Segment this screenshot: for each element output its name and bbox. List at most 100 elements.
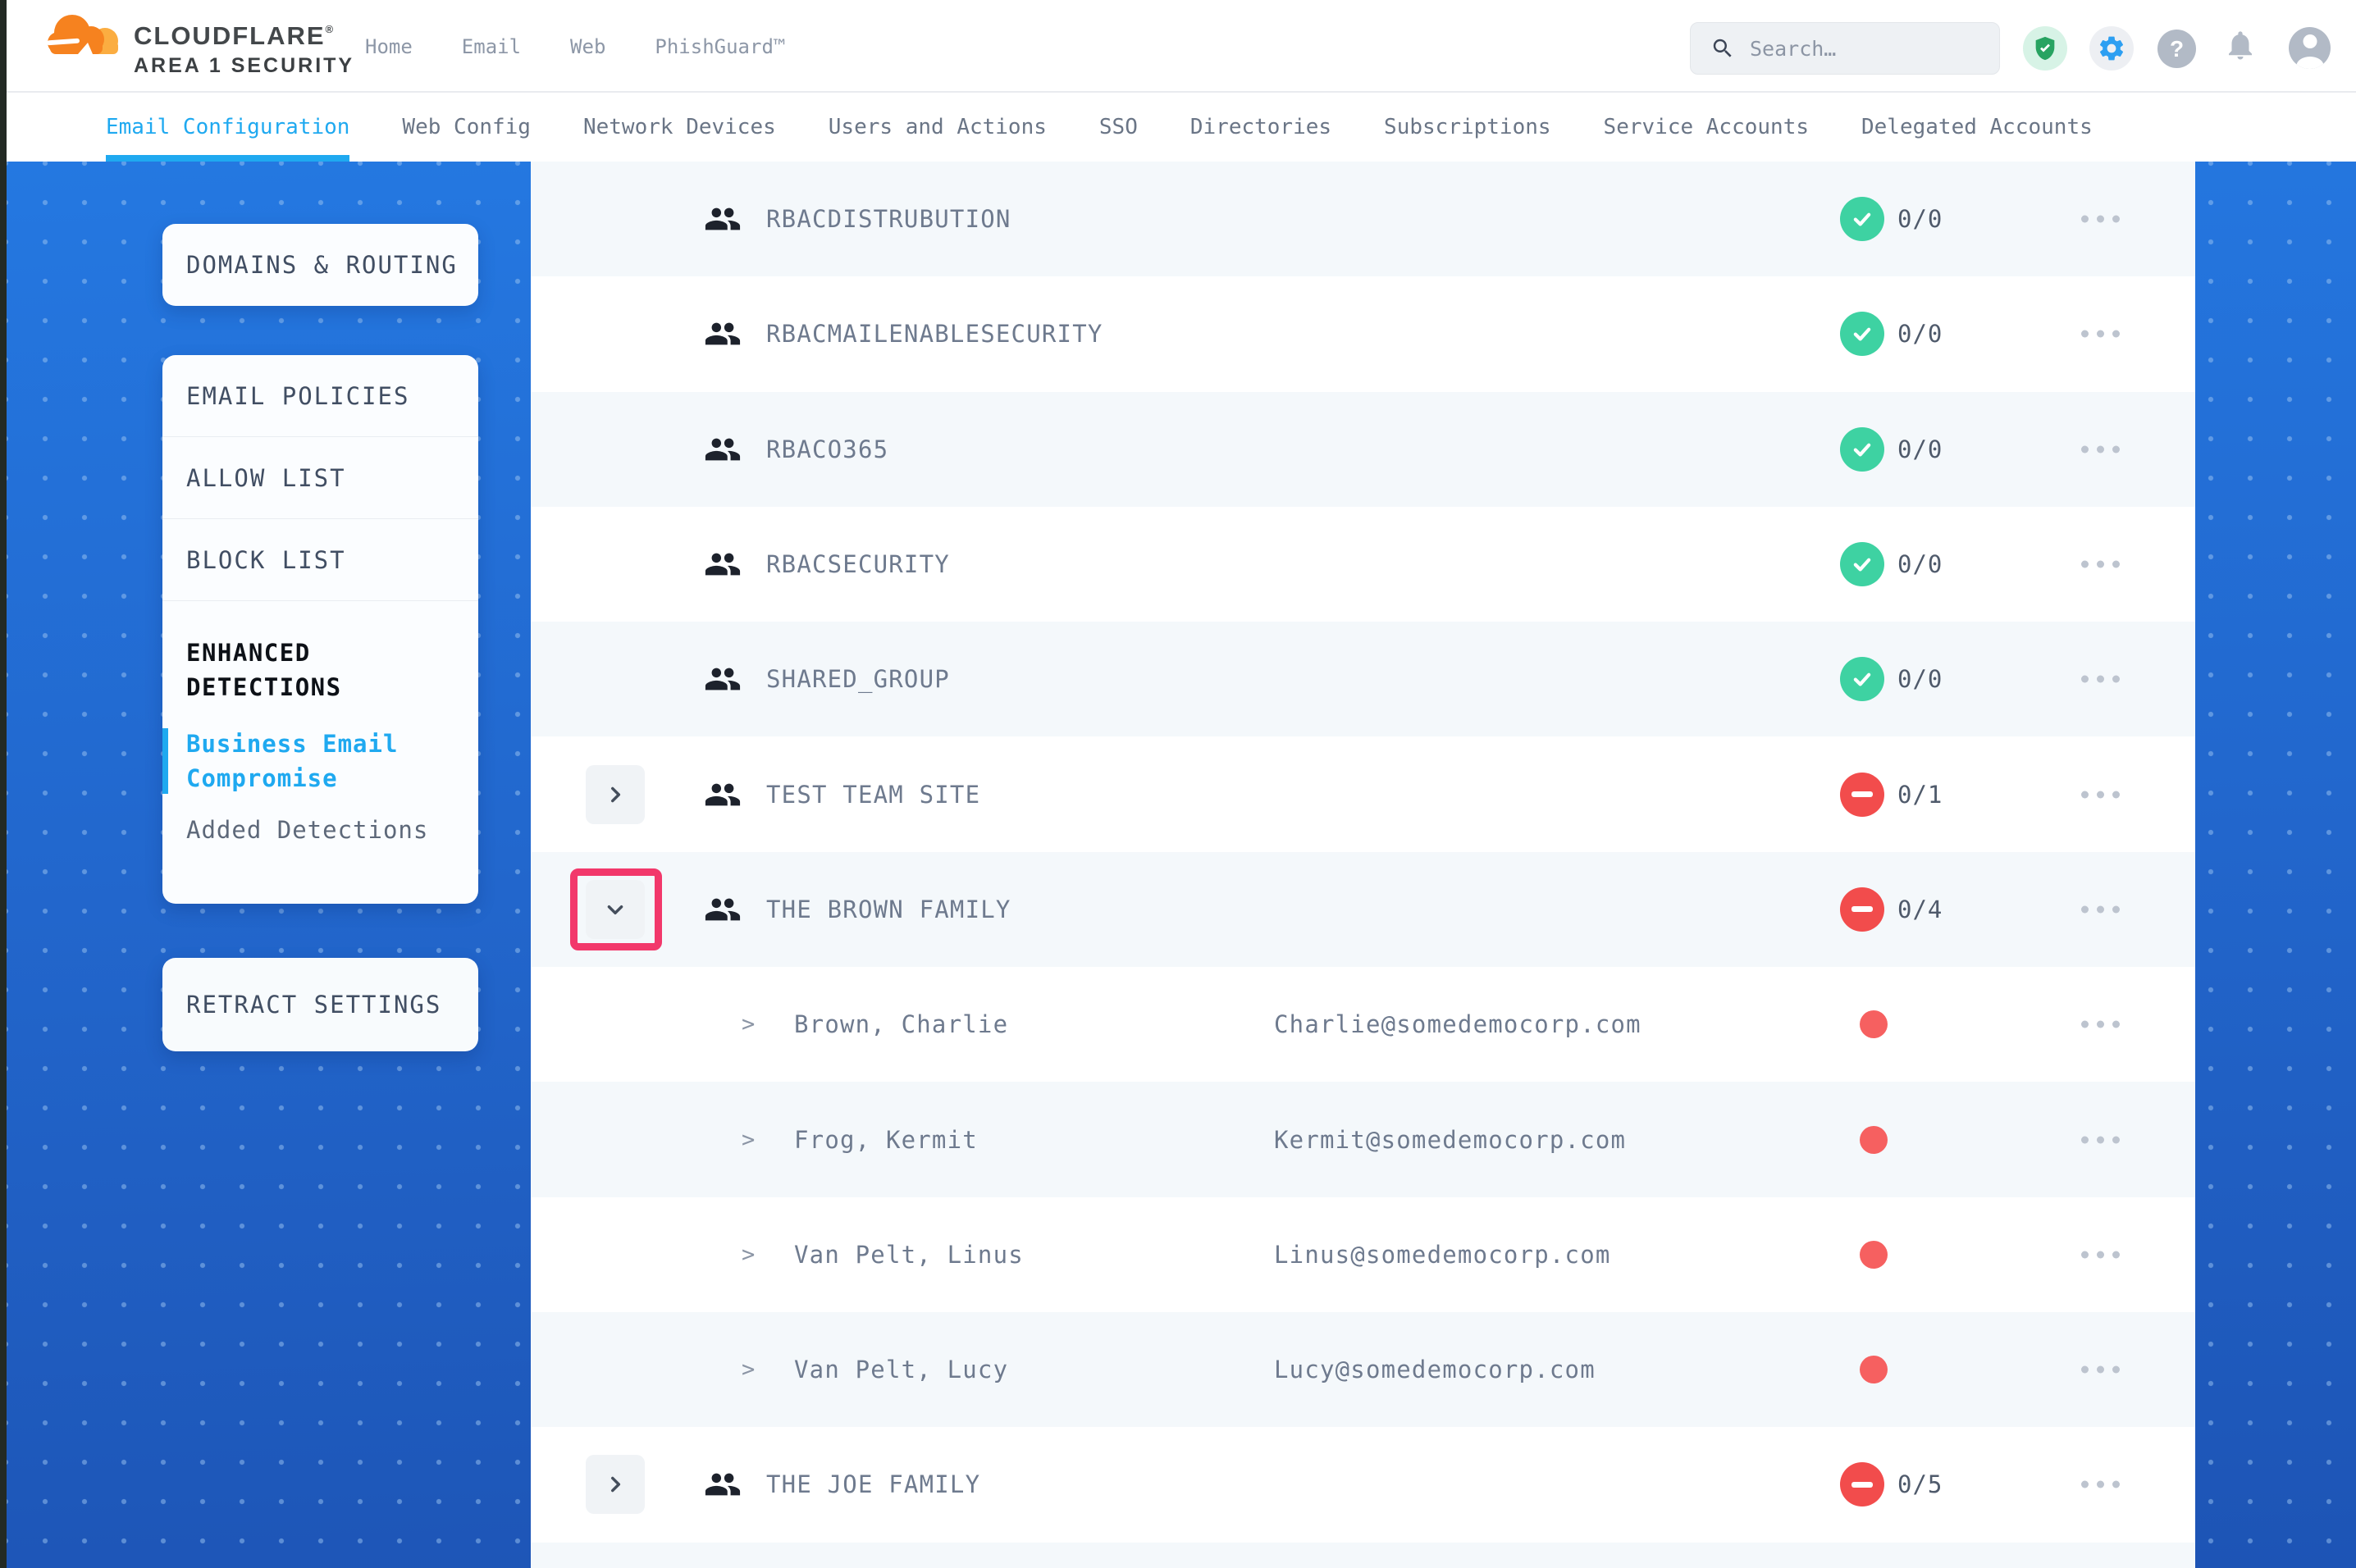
- member-count: 0/0: [1897, 435, 1943, 463]
- group-name: THE JOE FAMILY: [766, 1470, 980, 1498]
- sidebar-item-block-list[interactable]: BLOCK LIST: [162, 519, 478, 601]
- search-input[interactable]: [1750, 37, 1971, 61]
- tab-service-accounts[interactable]: Service Accounts: [1604, 93, 1809, 162]
- minus-icon: [1851, 1482, 1873, 1488]
- sidebar-item-added-detections[interactable]: Added Detections: [186, 816, 454, 844]
- search-icon: [1710, 36, 1735, 61]
- status-badge: [1840, 542, 1884, 586]
- nav-home[interactable]: Home: [365, 35, 413, 58]
- member-email: Lucy@somedemocorp.com: [1274, 1356, 1596, 1383]
- check-icon: [1851, 668, 1874, 691]
- security-status-button[interactable]: [2023, 26, 2067, 71]
- row-actions-button[interactable]: [2076, 900, 2125, 918]
- row-actions-button[interactable]: [2076, 1361, 2125, 1379]
- partial-row: [531, 1543, 2195, 1568]
- group-icon: [704, 660, 742, 698]
- group-name: RBACO365: [766, 435, 888, 463]
- minus-icon: [1851, 791, 1873, 797]
- notifications-button[interactable]: [2223, 28, 2258, 62]
- tab-network-devices[interactable]: Network Devices: [583, 93, 776, 162]
- help-icon: [2157, 30, 2196, 68]
- group-name: RBACSECURITY: [766, 550, 950, 578]
- sidebar-item-business-email-compromise[interactable]: Business Email Compromise: [186, 727, 454, 795]
- account-button[interactable]: [2289, 27, 2331, 69]
- group-row: RBACO365 0/0: [531, 392, 2195, 507]
- expand-toggle-button[interactable]: [586, 1455, 645, 1514]
- tab-users-and-actions[interactable]: Users and Actions: [829, 93, 1047, 162]
- primary-nav: Home Email Web PhishGuard™: [365, 0, 785, 93]
- row-actions-button[interactable]: [2076, 786, 2125, 803]
- row-actions-button[interactable]: [2076, 211, 2125, 228]
- brand-name: CLOUDFLARE®: [134, 21, 333, 51]
- row-actions-button[interactable]: [2076, 671, 2125, 688]
- tab-directories[interactable]: Directories: [1190, 93, 1331, 162]
- bell-icon: [2223, 28, 2258, 62]
- row-actions-button[interactable]: [2076, 1016, 2125, 1033]
- member-chevron-icon[interactable]: >: [742, 1127, 755, 1152]
- group-name: SHARED_GROUP: [766, 665, 950, 693]
- group-row: RBACDISTRUBUTION 0/0: [531, 162, 2195, 276]
- sidebar-item-email-policies[interactable]: EMAIL POLICIES: [162, 355, 478, 437]
- group-name: TEST TEAM SITE: [766, 781, 980, 809]
- nav-email[interactable]: Email: [462, 35, 521, 58]
- row-actions-button[interactable]: [2076, 1246, 2125, 1263]
- group-name: RBACDISTRUBUTION: [766, 205, 1011, 233]
- sidebar-label: DOMAINS & ROUTING: [186, 251, 458, 279]
- row-actions-button[interactable]: [2076, 1131, 2125, 1148]
- status-badge: [1840, 1462, 1884, 1506]
- chevron-down-icon: [605, 899, 626, 920]
- brand-subtitle: AREA 1 SECURITY: [134, 54, 354, 78]
- flagged-dot-icon: [1860, 1356, 1888, 1383]
- member-name: Brown, Charlie: [794, 1010, 1008, 1038]
- group-name: RBACMAILENABLESECURITY: [766, 320, 1103, 348]
- flagged-dot-icon: [1860, 1010, 1888, 1038]
- member-name: Van Pelt, Linus: [794, 1241, 1024, 1269]
- group-row: RBACSECURITY 0/0: [531, 507, 2195, 622]
- nav-phishguard[interactable]: PhishGuard™: [655, 35, 785, 58]
- search-box[interactable]: [1690, 22, 2000, 75]
- group-row: RBACMAILENABLESECURITY 0/0: [531, 276, 2195, 391]
- expand-toggle-button[interactable]: [586, 765, 645, 824]
- row-actions-button[interactable]: [2076, 556, 2125, 573]
- tab-delegated-accounts[interactable]: Delegated Accounts: [1861, 93, 2093, 162]
- sidebar-item-domains-routing[interactable]: DOMAINS & ROUTING: [162, 224, 478, 306]
- sidebar-label: Business Email Compromise: [186, 730, 398, 792]
- member-email: Linus@somedemocorp.com: [1274, 1241, 1611, 1269]
- group-row: THE BROWN FAMILY 0/4: [531, 852, 2195, 967]
- member-chevron-icon[interactable]: >: [742, 1242, 755, 1267]
- row-actions-button[interactable]: [2076, 326, 2125, 343]
- check-icon: [1851, 322, 1874, 345]
- tab-sso[interactable]: SSO: [1099, 93, 1138, 162]
- group-icon: [704, 431, 742, 468]
- settings-tabs: Email Configuration Web Config Network D…: [7, 93, 2356, 162]
- tab-subscriptions[interactable]: Subscriptions: [1384, 93, 1551, 162]
- brand-name-text: CLOUDFLARE: [134, 21, 326, 50]
- nav-web[interactable]: Web: [570, 35, 605, 58]
- settings-button[interactable]: [2089, 26, 2134, 71]
- minus-icon: [1851, 906, 1873, 912]
- row-actions-button[interactable]: [2076, 440, 2125, 458]
- chevron-right-icon: [605, 1474, 626, 1495]
- member-chevron-icon[interactable]: >: [742, 1012, 755, 1037]
- group-table: RBACDISTRUBUTION 0/0 RBACMAILENABLESECUR…: [531, 162, 2195, 1568]
- row-actions-button[interactable]: [2076, 1476, 2125, 1493]
- group-icon: [704, 315, 742, 353]
- tab-email-configuration[interactable]: Email Configuration: [106, 93, 349, 162]
- member-count: 0/0: [1897, 550, 1943, 578]
- sidebar-item-retract-settings[interactable]: RETRACT SETTINGS: [162, 958, 478, 1051]
- group-name: THE BROWN FAMILY: [766, 896, 1011, 923]
- cloudflare-logo-icon: [45, 10, 126, 59]
- group-row: SHARED_GROUP 0/0: [531, 622, 2195, 736]
- status-badge: [1840, 427, 1884, 472]
- status-badge: [1840, 887, 1884, 932]
- top-header: CLOUDFLARE® AREA 1 SECURITY Home Email W…: [7, 0, 2356, 93]
- page-canvas: DOMAINS & ROUTING EMAIL POLICIES ALLOW L…: [7, 162, 2356, 1568]
- group-icon: [704, 891, 742, 928]
- member-count: 0/0: [1897, 320, 1943, 348]
- tab-web-config[interactable]: Web Config: [402, 93, 531, 162]
- member-chevron-icon[interactable]: >: [742, 1357, 755, 1383]
- help-button[interactable]: [2157, 30, 2196, 68]
- sidebar-item-allow-list[interactable]: ALLOW LIST: [162, 437, 478, 519]
- expand-toggle-button[interactable]: [586, 880, 645, 939]
- gear-icon: [2097, 34, 2126, 63]
